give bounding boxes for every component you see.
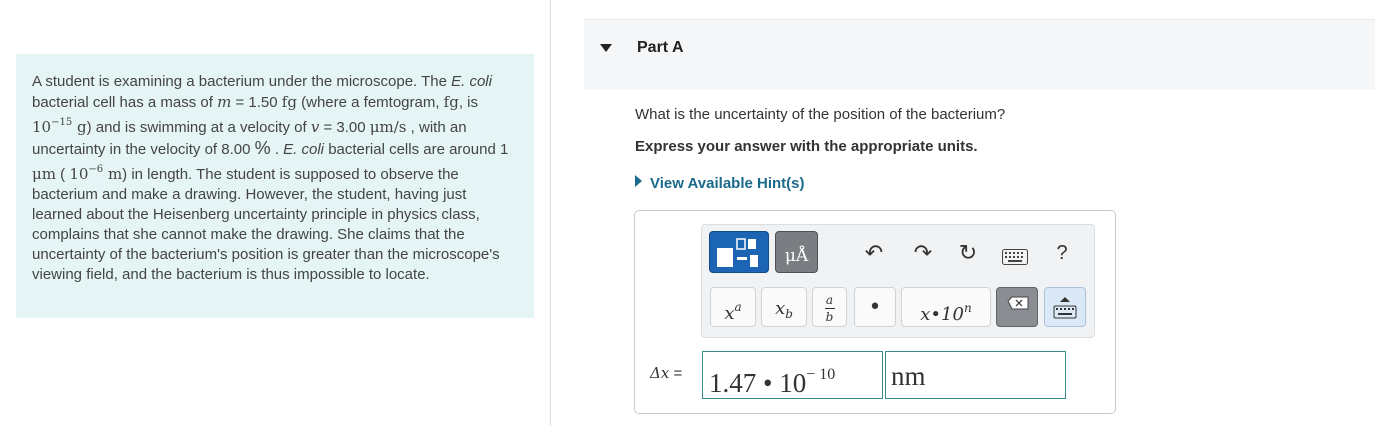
part-header[interactable]: Part A	[584, 19, 1375, 90]
unit-fg: fg	[281, 93, 297, 111]
text-span: = 3.00	[319, 119, 370, 136]
fraction-key[interactable]: ab	[812, 287, 847, 327]
unit-um-per-s: μm/s	[369, 118, 407, 136]
species-name: E. coli	[283, 141, 325, 158]
value-input[interactable]: 1.47 • 10− 10	[702, 351, 883, 399]
problem-statement: A student is examining a bacterium under…	[16, 54, 534, 318]
key-exponent: a	[734, 300, 742, 314]
column-divider	[550, 0, 551, 426]
redo-icon[interactable]: ↷	[911, 241, 935, 265]
units-input[interactable]: nm	[885, 351, 1066, 399]
fraction-denominator: b	[825, 310, 834, 324]
show-keyboard-key[interactable]	[1044, 287, 1086, 327]
fraction-numerator: a	[825, 293, 834, 307]
view-hints-link[interactable]: View Available Hint(s)	[635, 175, 805, 192]
mass-variable: m	[217, 93, 232, 111]
value-exponent: − 10	[806, 366, 836, 383]
text-span: A student is examining a bacterium under…	[32, 73, 452, 90]
scientific-notation-key[interactable]: x•10n	[901, 287, 991, 327]
key-subscript: b	[785, 307, 793, 321]
undo-icon[interactable]: ↶	[862, 241, 886, 265]
templates-icon	[717, 238, 758, 267]
text-span: ) in length. The student is supposed to …	[32, 166, 500, 283]
power-base: 10	[32, 118, 52, 136]
unit-um: μm	[32, 165, 56, 183]
percent-sign: %	[254, 138, 271, 158]
unit-fg: fg	[443, 93, 459, 111]
key-base: x•10	[920, 304, 964, 325]
text-span: , is	[458, 94, 478, 111]
key-base: x	[775, 298, 786, 319]
collapse-caret-icon[interactable]	[600, 44, 612, 52]
problem-text: A student is examining a bacterium under…	[32, 72, 518, 285]
multiply-dot-key[interactable]: •	[854, 287, 896, 327]
delete-key[interactable]	[996, 287, 1038, 327]
part-title: Part A	[637, 39, 684, 56]
equals-sign: =	[669, 365, 683, 382]
superscript-key[interactable]: xa	[710, 287, 756, 327]
answer-variable: Δx	[650, 364, 670, 382]
species-name: E. coli	[451, 73, 492, 90]
text-span: bacterial cells are around 1	[324, 141, 509, 158]
question-text: What is the uncertainty of the position …	[635, 106, 1006, 123]
text-span: (where a femtogram,	[296, 94, 444, 111]
unit-m: m	[103, 165, 123, 183]
templates-button[interactable]	[709, 231, 769, 273]
key-base: x	[724, 303, 735, 324]
hint-link-label: View Available Hint(s)	[650, 175, 805, 192]
reset-icon[interactable]: ↻	[956, 241, 980, 265]
expand-caret-icon	[635, 175, 642, 187]
text-span: (	[55, 166, 70, 183]
keyboard-icon	[1002, 249, 1028, 265]
keyboard-toggle-icon	[1053, 297, 1077, 319]
power-exponent: −6	[88, 164, 104, 175]
backspace-icon	[1007, 296, 1029, 310]
fraction-bar	[824, 308, 835, 309]
units-button[interactable]: μÅ	[775, 231, 818, 273]
instruction-text: Express your answer with the appropriate…	[635, 138, 978, 155]
subscript-key[interactable]: xb	[761, 287, 807, 327]
keyboard-shortcuts-icon[interactable]	[1002, 246, 1028, 265]
text-span: .	[270, 141, 284, 158]
text-span: bacterial cell has a mass of	[32, 94, 218, 111]
power-base: 10	[69, 165, 89, 183]
text-span: ) and is swimming at a velocity of	[86, 119, 311, 136]
text-span: = 1.50	[231, 94, 282, 111]
value-mantissa: 1.47 • 10	[709, 368, 807, 398]
unit-g: g	[72, 118, 87, 136]
key-exponent: n	[963, 301, 972, 315]
answer-label: Δx =	[650, 364, 682, 382]
help-button[interactable]: ?	[1052, 241, 1072, 265]
power-exponent: −15	[51, 117, 73, 128]
